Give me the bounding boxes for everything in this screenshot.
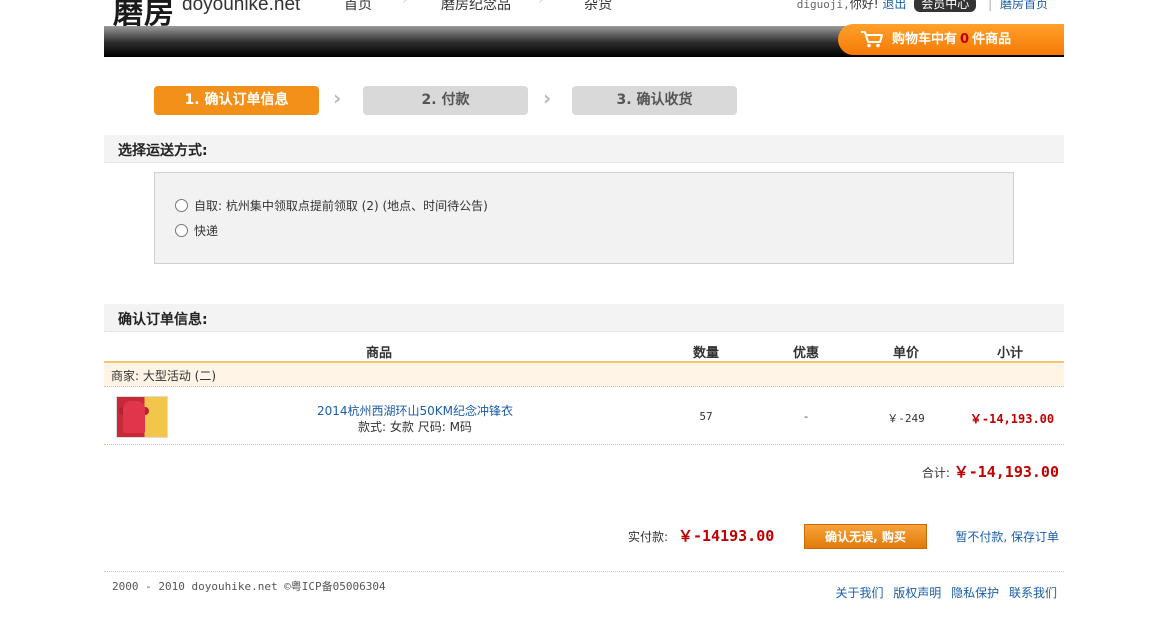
footer-links: 关于我们 版权声明 隐私保护 联系我们: [829, 584, 1057, 601]
shipping-option-express[interactable]: 快递: [175, 222, 218, 239]
member-center-button[interactable]: 会员中心: [914, 0, 977, 12]
product-thumbnail[interactable]: [116, 396, 168, 438]
column-header-unit-price: 单价: [892, 346, 919, 361]
step-confirm-receipt: 3. 确认收货: [572, 86, 737, 115]
cart-suffix: 件商品: [972, 32, 1012, 47]
merchant-name: 商家: 大型活动 (二): [111, 369, 217, 383]
step-payment: 2. 付款: [363, 86, 528, 115]
nav-separator-icon: ›: [538, 0, 544, 8]
cart-icon: [861, 31, 883, 48]
jacket-image-part: [123, 401, 145, 433]
cart-text: 购物车中有 0 件商品: [892, 24, 1011, 55]
nav-misc[interactable]: 杂货: [584, 0, 612, 14]
footer-link-about[interactable]: 关于我们: [835, 586, 883, 600]
footer-link-contact[interactable]: 联系我们: [1009, 586, 1057, 600]
footer-link-privacy[interactable]: 隐私保护: [951, 586, 999, 600]
pay-value: ￥-14193.00: [678, 527, 775, 545]
save-order-link[interactable]: 暂不付款, 保存订单: [955, 528, 1059, 545]
product-name-link[interactable]: 2014杭州西湖环山50KM纪念冲锋衣: [290, 402, 540, 419]
express-label: 快递: [194, 224, 219, 238]
step-arrow-icon: ›: [543, 86, 552, 110]
column-header-subtotal: 小计: [996, 346, 1023, 361]
nav-separator-icon: ›: [402, 0, 408, 8]
footer-divider: [104, 571, 1064, 572]
cart-summary[interactable]: 购物车中有 0 件商品: [838, 24, 1064, 55]
item-unit-price: ￥-249: [887, 412, 925, 425]
order-title: 确认订单信息:: [118, 312, 208, 328]
confirm-purchase-button[interactable]: 确认无误, 购买: [804, 524, 927, 549]
express-radio[interactable]: [175, 224, 188, 237]
username: diguoji,: [796, 0, 850, 11]
user-area: diguoji,你好! 退出 会员中心 | 磨房首页: [797, 0, 1048, 12]
pickup-label: 自取: 杭州集中领取点提前领取 (2) (地点、时间待公告): [194, 199, 488, 213]
column-header-product: 商品: [365, 346, 392, 361]
order-total: 合计: ￥-14,193.00: [922, 461, 1059, 482]
footer-link-copyright[interactable]: 版权声明: [893, 586, 941, 600]
column-header-discount: 优惠: [792, 346, 819, 361]
pickup-radio[interactable]: [175, 199, 188, 212]
cart-prefix: 购物车中有: [892, 32, 958, 47]
nav-souvenirs[interactable]: 磨房纪念品: [441, 0, 511, 14]
greeting: 你好!: [849, 0, 879, 11]
footer-copyright: 2000 - 2010 doyouhike.net ©粤ICP备05006304: [112, 580, 386, 593]
home-link[interactable]: 磨房首页: [1000, 0, 1048, 11]
shipping-option-pickup[interactable]: 自取: 杭州集中领取点提前领取 (2) (地点、时间待公告): [175, 197, 488, 214]
step-arrow-icon: ›: [333, 86, 342, 110]
shipping-section-header: 选择运送方式:: [104, 135, 1064, 163]
step-confirm-order: 1. 确认订单信息: [154, 86, 319, 115]
shipping-options-box: 自取: 杭州集中领取点提前领取 (2) (地点、时间待公告) 快递: [154, 172, 1014, 264]
item-discount: -: [802, 410, 810, 423]
order-section-header: 确认订单信息:: [104, 304, 1064, 332]
total-value: ￥-14,193.00: [953, 463, 1059, 481]
logo-domain[interactable]: doyouhike.net: [182, 0, 300, 16]
pay-label: 实付款:: [628, 530, 669, 544]
divider: |: [988, 0, 993, 11]
product-spec: 款式: 女款 尺码: M码: [358, 420, 472, 434]
column-header-quantity: 数量: [692, 346, 719, 361]
logout-link[interactable]: 退出: [882, 0, 906, 11]
merchant-row: 商家: 大型活动 (二): [104, 363, 1064, 387]
item-subtotal: ￥-14,193.00: [969, 412, 1055, 426]
item-quantity: 57: [699, 410, 713, 423]
cart-count: 0: [960, 32, 970, 47]
shipping-title: 选择运送方式:: [118, 143, 208, 159]
nav-home[interactable]: 首页: [344, 0, 372, 14]
total-label: 合计:: [921, 466, 950, 480]
